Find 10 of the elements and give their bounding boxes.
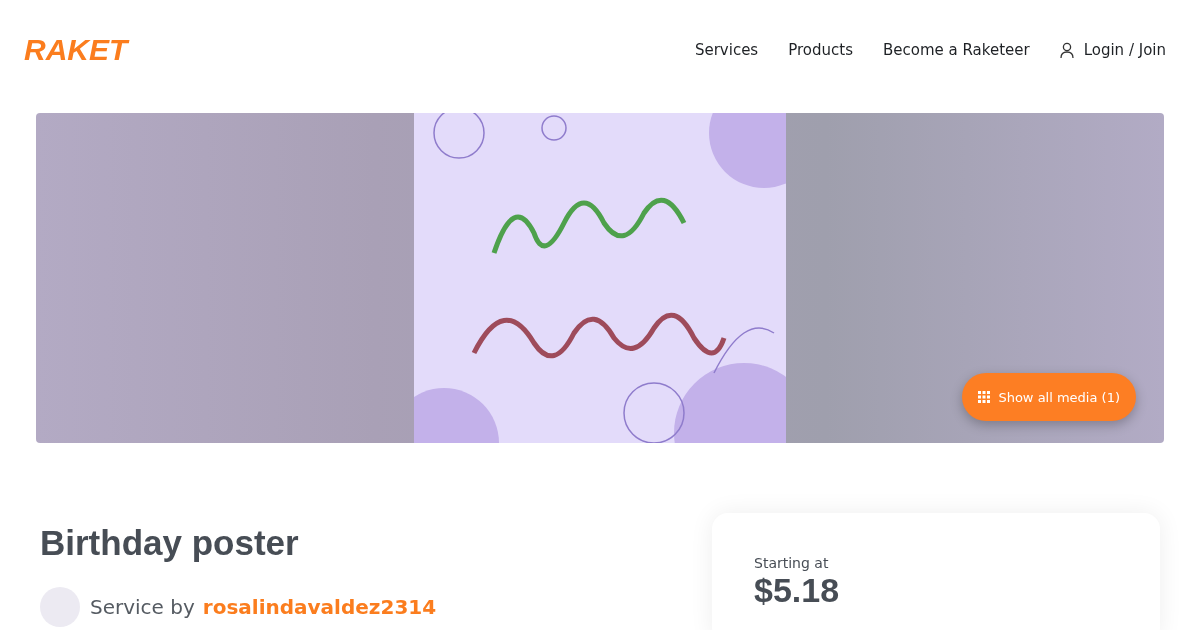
user-icon [1059,41,1074,59]
grid-icon [978,391,991,403]
nav-link[interactable]: Services [694,41,759,59]
nav-link[interactable]: Become a Raketeer [882,41,1030,59]
nav-link[interactable]: Products [788,41,853,59]
starting-at-label: Starting at [754,555,830,571]
login-link[interactable]: Login / Join [1059,41,1166,59]
price: $5.18 [754,571,841,610]
service-by-label: Service by [90,595,195,619]
service-title: Birthday poster [40,523,300,563]
